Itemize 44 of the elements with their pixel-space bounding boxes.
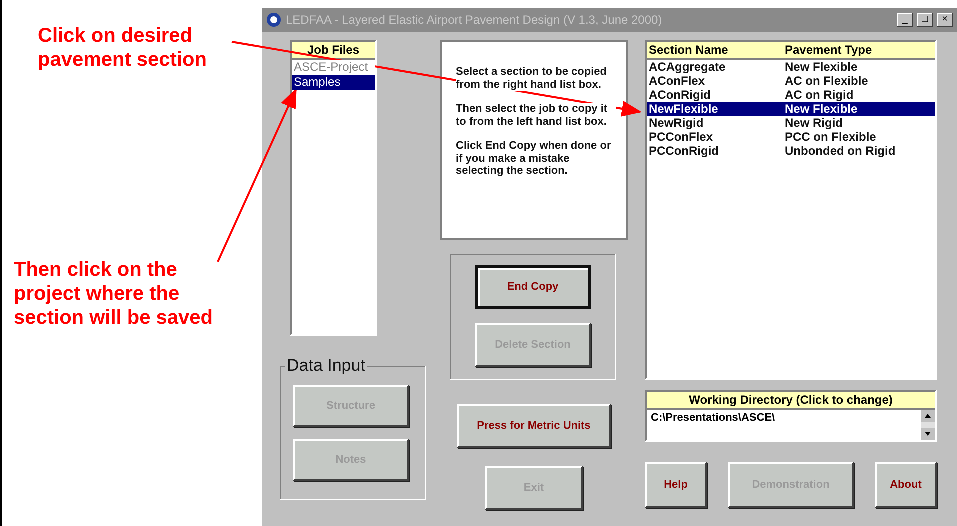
- job-file-item[interactable]: ASCE-Project: [292, 60, 375, 75]
- bottom-button[interactable]: About: [875, 462, 937, 508]
- section-row[interactable]: AConRigid AC on Rigid: [647, 88, 935, 102]
- job-file-item[interactable]: Samples: [292, 75, 375, 90]
- section-row[interactable]: NewFlexible New Flexible: [647, 102, 935, 116]
- pavement-type: New Flexible: [785, 60, 859, 74]
- window-control-button[interactable]: _: [897, 13, 913, 27]
- instruction-text: Then select the job to copy it to from the left hand list box.: [456, 103, 616, 128]
- list-header: Working Directory (Click to change): [647, 392, 935, 410]
- section-row[interactable]: PCConFlex PCC on Flexible: [647, 130, 935, 144]
- pavement-type: New Flexible: [785, 102, 859, 116]
- column-header: Section Name: [649, 42, 730, 58]
- section-row[interactable]: PCConRigid Unbonded on Rigid: [647, 144, 935, 158]
- scroll-up-icon[interactable]: [921, 410, 935, 422]
- scroll-down-icon[interactable]: [921, 428, 935, 440]
- section-row[interactable]: NewRigid New Rigid: [647, 116, 935, 130]
- section-name: AConFlex: [649, 74, 706, 88]
- section-name: NewRigid: [649, 116, 705, 130]
- section-name: PCConFlex: [649, 130, 714, 144]
- copy-button[interactable]: End Copy: [475, 265, 591, 309]
- column-header: Pavement Type: [785, 42, 874, 58]
- annotation-text: Click on desired pavement section: [38, 24, 208, 72]
- group-title: Data Input: [285, 356, 368, 376]
- pavement-type: AC on Rigid: [785, 88, 855, 102]
- pavement-type: PCC on Flexible: [785, 130, 878, 144]
- section-name: PCConRigid: [649, 144, 720, 158]
- section-name: AConRigid: [649, 88, 712, 102]
- window-control-button[interactable]: □: [917, 13, 933, 27]
- pavement-type: Unbonded on Rigid: [785, 144, 897, 158]
- window-title: LEDFAA - Layered Elastic Airport Pavement Design (V 1.3, June 2000): [286, 13, 664, 27]
- section-name: ACAggregate: [649, 60, 727, 74]
- section-name: NewFlexible: [649, 102, 720, 116]
- pavement-type: New Rigid: [785, 116, 844, 130]
- bottom-button[interactable]: Help: [645, 462, 707, 508]
- window-control-button[interactable]: ×: [937, 13, 953, 27]
- annotation-text: Then click on the project where the section will be saved: [14, 258, 214, 330]
- list-header: Job Files: [292, 42, 375, 60]
- metric-units-button[interactable]: Press for Metric Units: [457, 404, 611, 448]
- section-row[interactable]: AConFlex AC on Flexible: [647, 74, 935, 88]
- section-row[interactable]: ACAggregate New Flexible: [647, 60, 935, 74]
- directory-path: C:\Presentations\ASCE\: [650, 411, 776, 426]
- working-directory-box[interactable]: Working Directory (Click to change) C:\Presentations\ASCE\: [645, 390, 937, 442]
- pavement-type: AC on Flexible: [785, 74, 870, 88]
- app-logo-icon: [266, 12, 282, 28]
